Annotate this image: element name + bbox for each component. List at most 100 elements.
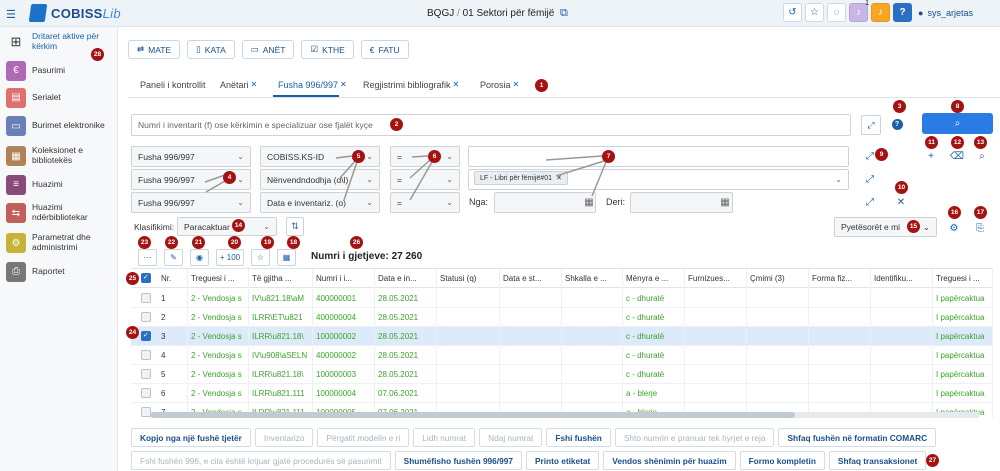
- table-row[interactable]: 22 - Vendosja s ILRR\ET\u821 400000004 28.0…: [131, 308, 993, 327]
- table-header: Nr. Treguesi i ... Të gjitha ... Numri i…: [131, 269, 993, 288]
- table-cell: [871, 289, 933, 308]
- scrollbar-thumb[interactable]: [150, 412, 795, 418]
- table-cell: [747, 346, 809, 365]
- action-buttons-row-1: Kopjo nga një fushë tjetër Inventarizo P…: [131, 428, 937, 447]
- table-cell: 100000004: [313, 384, 375, 403]
- table-row[interactable]: 32 - Vendosja sILRR\u821.18\10000000228.…: [131, 327, 993, 346]
- table-cell: [747, 289, 809, 308]
- table-cell: [562, 308, 623, 327]
- marker-4: 4: [223, 171, 236, 184]
- column-header[interactable]: Data e in...: [375, 269, 437, 288]
- table-cell: I papërcaktua: [933, 384, 993, 403]
- link-numbers-button[interactable]: Lidh numrat: [413, 428, 476, 447]
- table-cell: [562, 346, 623, 365]
- settings-icon[interactable]: ⚙: [945, 219, 963, 237]
- split-numbers-button[interactable]: Ndaj numrat: [479, 428, 543, 447]
- table-cell: 400000004: [313, 308, 375, 327]
- print-labels-button[interactable]: Printo etiketat: [525, 451, 600, 470]
- add-100-button[interactable]: + 100: [216, 249, 244, 266]
- delete-field-button[interactable]: Fshi fushën: [546, 428, 611, 447]
- column-header[interactable]: Treguesi i ...: [188, 269, 249, 288]
- table-cell: [685, 384, 747, 403]
- table-cell: [437, 384, 500, 403]
- marker-27: 27: [926, 454, 939, 467]
- marker-19: 19: [261, 236, 274, 249]
- show-transactions-button[interactable]: Shfaq transaksionet: [828, 451, 927, 470]
- column-header[interactable]: Forma fiz...: [809, 269, 871, 288]
- action-buttons-row-2: Fshi fushën 996, e cila është krijuar gj…: [131, 451, 927, 470]
- table-cell: [809, 384, 871, 403]
- marker-6: 6: [428, 150, 441, 163]
- marker-13: 13: [974, 136, 987, 149]
- row-checkbox[interactable]: [141, 388, 151, 398]
- table-row[interactable]: 62 - Vendosja s ILRR\u821.111 100000004 07.…: [131, 384, 993, 403]
- column-header[interactable]: Data e st...: [500, 269, 562, 288]
- form-set-button[interactable]: Formo kompletin: [739, 451, 825, 470]
- column-header[interactable]: Shkalla e ...: [562, 269, 623, 288]
- copy-field-button[interactable]: Kopjo nga një fushë tjetër: [131, 428, 251, 447]
- column-header[interactable]: Treguesi i ...: [933, 269, 993, 288]
- table-cell: [500, 384, 562, 403]
- table-cell: [500, 346, 562, 365]
- table-cell: [437, 365, 500, 384]
- prepare-template-button[interactable]: Përgatit modelin e ri: [317, 428, 410, 447]
- favorite-star-icon[interactable]: ☆: [251, 249, 270, 266]
- marker-9: 9: [875, 148, 888, 161]
- table-row[interactable]: 52 - Vendosja s ILRR\u821.18\ 100000003 28.…: [131, 365, 993, 384]
- column-header[interactable]: Mënyra e ...: [623, 269, 685, 288]
- columns-grid-icon[interactable]: ▦: [277, 249, 296, 266]
- row-checkbox[interactable]: [141, 331, 151, 341]
- table-cell: [500, 365, 562, 384]
- table-cell: 2 - Vendosja s: [188, 289, 249, 308]
- column-header[interactable]: Numri i i...: [313, 269, 375, 288]
- select-all-checkbox[interactable]: [141, 273, 151, 283]
- marker-3: 3: [893, 100, 906, 113]
- table-cell: [747, 308, 809, 327]
- table-cell: [685, 365, 747, 384]
- more-icon[interactable]: ⋯: [138, 249, 157, 266]
- table-row[interactable]: 12 - Vendosja s IV\u821.18\aM 400000001 28.…: [131, 289, 993, 308]
- add-accession-button[interactable]: Shto numrin e pranuar tek hyrjet e reja: [614, 428, 775, 447]
- my-queries-select[interactable]: Pyetësorët e mi ⌄: [834, 217, 937, 237]
- table-cell: ILRR\ET\u821: [249, 308, 313, 327]
- table-cell: 5: [158, 365, 188, 384]
- table-cell: [871, 308, 933, 327]
- marker-5: 5: [352, 150, 365, 163]
- row-checkbox[interactable]: [141, 312, 151, 322]
- marker-8: 8: [951, 100, 964, 113]
- column-header[interactable]: Statusi (q): [437, 269, 500, 288]
- eye-icon[interactable]: ◉: [190, 249, 209, 266]
- classification-select[interactable]: Paracaktuar ⌄: [177, 217, 277, 236]
- marker-1: 1: [535, 79, 548, 92]
- loan-note-button[interactable]: Vendos shënimin për huazim: [603, 451, 736, 470]
- table-cell: [809, 327, 871, 346]
- edit-icon[interactable]: ✎: [164, 249, 183, 266]
- table-cell: 100000002: [313, 327, 375, 346]
- horizontal-scrollbar[interactable]: [150, 412, 980, 418]
- row-checkbox[interactable]: [141, 293, 151, 303]
- table-row[interactable]: 42 - Vendosja s IV\u908\aSELN 400000002 28.…: [131, 346, 993, 365]
- table-cell: [562, 365, 623, 384]
- column-header[interactable]: Të gjitha ...: [249, 269, 313, 288]
- sort-icon[interactable]: ⇅: [286, 217, 304, 236]
- duplicate-field-button[interactable]: Shumëfisho fushën 996/997: [394, 451, 522, 470]
- column-header[interactable]: Identifiku...: [871, 269, 933, 288]
- delete-996-button[interactable]: Fshi fushën 996, e cila është krijuar gj…: [131, 451, 391, 470]
- row-checkbox[interactable]: [141, 350, 151, 360]
- column-header[interactable]: Nr.: [158, 269, 188, 288]
- vertical-scrollbar[interactable]: [986, 271, 992, 411]
- column-header[interactable]: Çmimi (3): [747, 269, 809, 288]
- table-cell: [871, 384, 933, 403]
- marker-26: 26: [350, 236, 363, 249]
- result-count: Numri i gjetjeve: 27 260: [311, 251, 423, 262]
- show-comarc-button[interactable]: Shfaq fushën në formatin COMARC: [778, 428, 937, 447]
- table-cell: [747, 384, 809, 403]
- inventory-button[interactable]: Inventarizo: [254, 428, 314, 447]
- table-cell: [500, 327, 562, 346]
- marker-22: 22: [165, 236, 178, 249]
- row-checkbox[interactable]: [141, 369, 151, 379]
- table-cell: ILRR\u821.18\: [249, 327, 313, 346]
- save-query-icon[interactable]: ⎘: [971, 219, 989, 237]
- table-cell: [562, 289, 623, 308]
- column-header[interactable]: Furnizues...: [685, 269, 747, 288]
